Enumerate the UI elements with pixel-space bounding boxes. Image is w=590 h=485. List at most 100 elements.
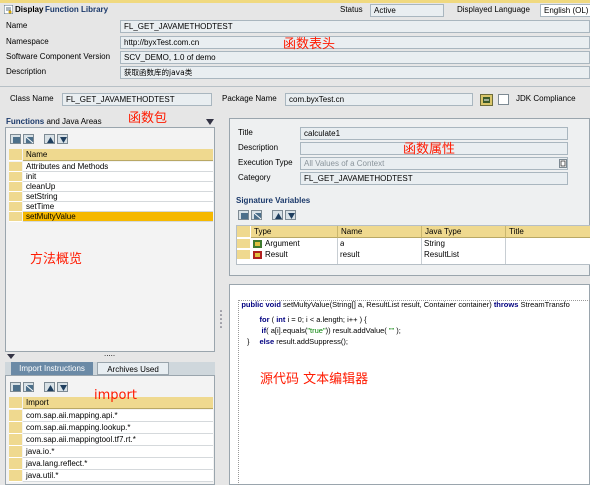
- import-move-down-button[interactable]: [57, 382, 68, 392]
- prop-category-field[interactable]: FL_GET_JAVAMETHODTEST: [300, 172, 568, 185]
- sig-col-java-type[interactable]: Java Type: [421, 226, 505, 238]
- function-list-item[interactable]: cleanUp: [23, 182, 213, 192]
- prop-execution-type-label: Execution Type: [238, 158, 293, 167]
- class-name-label: Class Name: [10, 94, 54, 103]
- panel-splitter[interactable]: .....: [0, 349, 220, 360]
- import-list-item[interactable]: com.sap.aii.mapping.lookup.*: [23, 422, 213, 434]
- splitter-dots: .....: [104, 349, 116, 358]
- functions-title-rest: and Java Areas: [46, 117, 102, 126]
- signature-variables-title: Signature Variables: [236, 196, 311, 205]
- sig-type-cell: Argument: [265, 239, 300, 248]
- editor-annotation: 源代码 文本编辑器: [260, 372, 369, 387]
- sig-col-title[interactable]: Title: [505, 226, 590, 238]
- import-list-item[interactable]: com.sap.aii.mappingtool.tf7.rt.*: [23, 434, 213, 446]
- swc-field[interactable]: SCV_DEMO, 1.0 of demo: [120, 51, 590, 64]
- signature-insert-button[interactable]: [238, 210, 249, 220]
- import-row-selector[interactable]: [9, 470, 22, 482]
- code-keyword: else: [259, 337, 275, 346]
- package-annotation: 函数包: [128, 111, 168, 126]
- functions-move-down-button[interactable]: [57, 134, 68, 144]
- functions-delete-button[interactable]: [23, 134, 34, 144]
- functions-move-up-button[interactable]: [44, 134, 55, 144]
- signature-row-selector[interactable]: [237, 239, 250, 249]
- package-name-label: Package Name: [222, 94, 277, 103]
- vertical-splitter[interactable]: [219, 117, 223, 485]
- signature-header-selector: [237, 226, 250, 238]
- function-list-item[interactable]: setString: [23, 192, 213, 202]
- import-list-item[interactable]: java.lang.reflect.*: [23, 458, 213, 470]
- jdk-compliance-label: JDK Compliance: [516, 94, 576, 103]
- signature-row-selector[interactable]: [237, 250, 250, 260]
- import-move-up-button[interactable]: [44, 382, 55, 392]
- title-bar: Display Function Library Status Active D…: [0, 3, 590, 18]
- import-row-selector[interactable]: [9, 446, 22, 458]
- function-row-selector[interactable]: [9, 172, 22, 182]
- function-row-selector[interactable]: [9, 202, 22, 212]
- header-annotation: 函数表头: [283, 37, 336, 52]
- code-text: );: [394, 326, 401, 335]
- sig-title-cell: [506, 239, 508, 249]
- package-browse-icon[interactable]: [480, 94, 493, 106]
- sig-java-type-cell: String: [424, 239, 445, 248]
- import-list-item[interactable]: java.io.*: [23, 446, 213, 458]
- tab-import-instructions[interactable]: Import Instructions: [11, 362, 93, 375]
- description-field[interactable]: 获取函数库的java类: [120, 66, 590, 79]
- status-label: Status: [340, 5, 363, 14]
- function-list-item[interactable]: setTime: [23, 202, 213, 212]
- sig-gridline: [505, 238, 506, 264]
- signature-row[interactable]: Result result ResultList: [237, 250, 590, 260]
- import-row-selector[interactable]: [9, 434, 22, 446]
- displayed-language-select[interactable]: English (OL): [540, 4, 590, 17]
- sig-col-type[interactable]: Type: [251, 226, 337, 238]
- signature-row[interactable]: Argument a String: [237, 239, 590, 249]
- import-row-selector[interactable]: [9, 458, 22, 470]
- properties-annotation: 函数属性: [403, 142, 456, 157]
- prop-execution-type-select[interactable]: All Values of a Context: [300, 157, 568, 170]
- function-list-item[interactable]: setMultyValue: [23, 212, 213, 222]
- sig-type-cell: Result: [265, 250, 288, 259]
- functions-panel-title: Functions and Java Areas: [6, 117, 102, 126]
- import-row-selector[interactable]: [9, 410, 22, 422]
- jdk-compliance-checkbox[interactable]: [498, 94, 509, 105]
- tab-archives-used[interactable]: Archives Used: [97, 362, 169, 375]
- package-name-field[interactable]: com.byxTest.cn: [285, 93, 473, 106]
- methods-annotation: 方法概览: [30, 252, 83, 267]
- function-list-item[interactable]: Attributes and Methods: [23, 162, 213, 172]
- sig-name-cell: a: [340, 239, 345, 248]
- import-delete-button[interactable]: [23, 382, 34, 392]
- signature-delete-button[interactable]: [251, 210, 262, 220]
- import-list-item[interactable]: java.util.*: [23, 470, 213, 482]
- functions-insert-button[interactable]: [10, 134, 21, 144]
- execution-type-dropdown-icon[interactable]: [559, 159, 567, 168]
- sig-java-type-cell: ResultList: [424, 250, 460, 259]
- sig-gridline: [337, 238, 338, 264]
- import-row-selector[interactable]: [9, 422, 22, 434]
- function-row-selector[interactable]: [9, 162, 22, 172]
- import-insert-button[interactable]: [10, 382, 21, 392]
- name-field[interactable]: FL_GET_JAVAMETHODTEST: [120, 20, 590, 33]
- signature-move-up-button[interactable]: [272, 210, 283, 220]
- status-field: Active: [370, 4, 444, 17]
- function-row-selector[interactable]: [9, 192, 22, 202]
- sig-col-name[interactable]: Name: [337, 226, 421, 238]
- function-list-item[interactable]: init: [23, 172, 213, 182]
- import-header-selector: [9, 397, 22, 409]
- display-label: Display: [15, 5, 44, 14]
- name-label: Name: [6, 21, 28, 30]
- class-bar: Class Name FL_GET_JAVAMETHODTEST Package…: [0, 86, 590, 111]
- class-name-field[interactable]: FL_GET_JAVAMETHODTEST: [62, 93, 212, 106]
- sig-name-cell: result: [340, 250, 360, 259]
- import-list-item[interactable]: com.sap.aii.mapping.api.*: [23, 410, 213, 422]
- bottom-tab-bar: Import Instructions Archives Used: [5, 362, 215, 375]
- result-icon: [253, 251, 262, 259]
- namespace-field[interactable]: http://byxTest.com.cn: [120, 36, 590, 49]
- code-line-3: else result.addSuppress();: [247, 325, 348, 358]
- sig-gridline: [421, 238, 422, 264]
- functions-column-header[interactable]: Name: [23, 149, 213, 161]
- collapse-arrow-icon[interactable]: [205, 117, 215, 127]
- functions-panel: Name Attributes and Methods init cleanUp se…: [5, 127, 215, 352]
- prop-category-label: Category: [238, 173, 271, 182]
- function-row-selector[interactable]: [9, 212, 22, 222]
- signature-move-down-button[interactable]: [285, 210, 296, 220]
- function-row-selector[interactable]: [9, 182, 22, 192]
